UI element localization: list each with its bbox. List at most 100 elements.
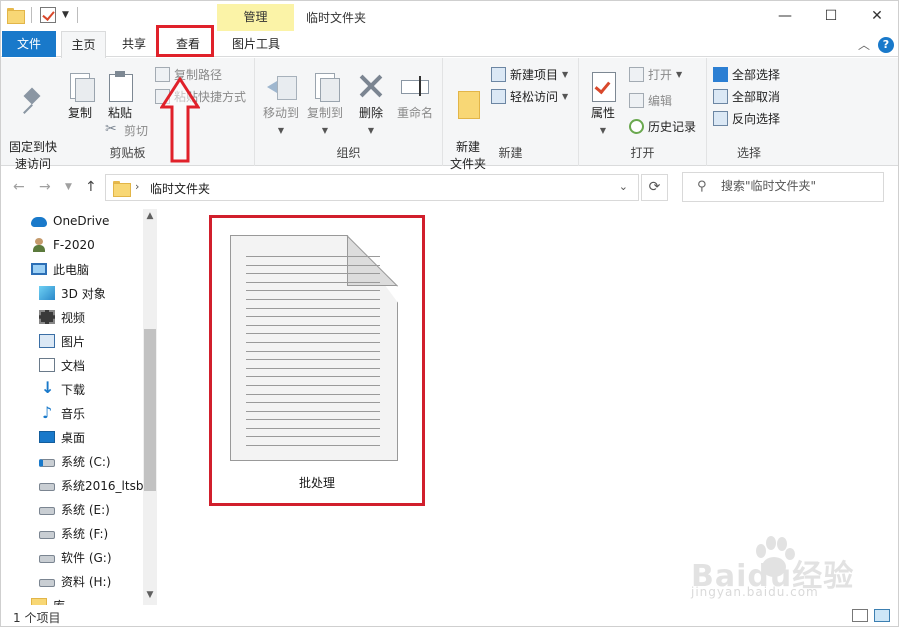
- view-tab-highlight: [156, 25, 214, 57]
- invert-selection-icon: [713, 111, 728, 126]
- select-none-button[interactable]: 全部取消: [713, 88, 780, 105]
- nav-item-label: 库: [53, 597, 65, 606]
- nav-item-label: OneDrive: [53, 214, 110, 228]
- tab-file[interactable]: 文件: [2, 31, 56, 57]
- nav-item-label: 视频: [61, 310, 86, 325]
- nav-item-libraries[interactable]: 库: [31, 594, 65, 605]
- tab-share[interactable]: 共享: [113, 31, 155, 57]
- move-to-label: 移动到: [262, 106, 299, 120]
- watermark-url: jingyan.baidu.com: [691, 585, 819, 599]
- breadcrumb[interactable]: 临时文件夹: [150, 180, 210, 197]
- file-explorer-window: ▼ 管理 临时文件夹 — ☐ ✕ 文件 主页 共享 查看 图片工具 ︿ ? 固定…: [0, 0, 899, 627]
- nav-item-videos[interactable]: 视频: [39, 306, 85, 328]
- new-item-button[interactable]: 新建项目 ▼: [491, 66, 568, 83]
- up-arrow-icon[interactable]: ↑: [85, 179, 97, 195]
- nav-item-music[interactable]: 音乐: [39, 402, 85, 424]
- paste-label: 粘贴: [107, 106, 132, 120]
- copy-icon: [64, 70, 96, 102]
- properties-qat-icon[interactable]: [40, 7, 56, 23]
- search-input[interactable]: [721, 179, 876, 193]
- open-group-label: 打开: [630, 146, 655, 160]
- forward-arrow-icon[interactable]: →: [39, 179, 51, 195]
- pin-icon: [17, 87, 49, 119]
- select-all-button[interactable]: 全部选择: [713, 66, 780, 83]
- help-icon[interactable]: ?: [878, 36, 894, 53]
- nav-item-drive-h[interactable]: 资料 (H:): [39, 570, 111, 592]
- ribbon-right-controls: ︿ ?: [858, 36, 894, 53]
- maximize-button[interactable]: ☐: [808, 1, 854, 31]
- nav-item-user[interactable]: F-2020: [31, 234, 95, 256]
- nav-scrollbar-thumb[interactable]: [144, 329, 156, 491]
- address-dropdown-icon[interactable]: ⌄: [619, 180, 628, 193]
- copy-to-button[interactable]: 复制到 ▼: [303, 70, 347, 139]
- nav-item-drive-f[interactable]: 系统 (F:): [39, 522, 108, 544]
- delete-button[interactable]: 删除 ▼: [353, 70, 389, 139]
- chevron-down-icon: ▼: [321, 126, 329, 135]
- minimize-button[interactable]: —: [762, 1, 808, 31]
- cut-button[interactable]: 剪切: [105, 121, 148, 139]
- chevron-down-icon: ▼: [676, 70, 683, 79]
- documents-icon: [39, 358, 55, 372]
- nav-item-label: 下载: [61, 382, 86, 397]
- search-box[interactable]: ⚲: [682, 172, 884, 202]
- properties-icon: [587, 70, 619, 102]
- nav-item-onedrive[interactable]: OneDrive: [31, 210, 109, 232]
- invert-selection-button[interactable]: 反向选择: [713, 110, 780, 127]
- nav-item-documents[interactable]: 文档: [39, 354, 85, 376]
- nav-item-drive-e[interactable]: 系统 (E:): [39, 498, 110, 520]
- select-all-label: 全部选择: [732, 68, 781, 82]
- refresh-button[interactable]: ⟳: [641, 174, 668, 201]
- drive-icon: [39, 531, 55, 539]
- separator: [31, 7, 32, 23]
- nav-item-desktop[interactable]: 桌面: [39, 426, 85, 448]
- scroll-down-icon[interactable]: ▼: [144, 590, 156, 602]
- easy-access-button[interactable]: 轻松访问 ▼: [491, 88, 568, 105]
- file-lines: [246, 256, 380, 454]
- open-button[interactable]: 打开 ▼: [629, 66, 682, 83]
- download-icon: [39, 378, 55, 397]
- chevron-down-icon: ▼: [562, 70, 569, 79]
- edit-icon: [629, 93, 644, 108]
- title-bar: ▼ 管理 临时文件夹 — ☐ ✕: [1, 1, 898, 33]
- edit-button[interactable]: 编辑: [629, 92, 672, 109]
- nav-item-label: 系统 (E:): [61, 502, 110, 517]
- music-icon: [39, 403, 55, 422]
- nav-item-label: 软件 (G:): [61, 550, 112, 565]
- nav-item-drive-c[interactable]: 系统 (C:): [39, 450, 111, 472]
- separator: [76, 7, 78, 23]
- collapse-ribbon-icon[interactable]: ︿: [858, 36, 870, 53]
- nav-item-3d-objects[interactable]: 3D 对象: [39, 282, 106, 304]
- tab-picture-tools[interactable]: 图片工具: [221, 31, 291, 57]
- nav-item-label: 系统2016_ltsb: [61, 478, 144, 493]
- scroll-up-icon[interactable]: ▲: [144, 211, 156, 223]
- desktop-icon: [39, 431, 55, 443]
- breadcrumb-chevron-icon[interactable]: ›: [135, 180, 139, 193]
- nav-item-drive-g[interactable]: 软件 (G:): [39, 546, 112, 568]
- history-button[interactable]: 历史记录: [629, 118, 696, 135]
- paste-button[interactable]: 粘贴: [103, 70, 137, 122]
- nav-item-downloads[interactable]: 下载: [39, 378, 85, 400]
- move-to-button[interactable]: 移动到 ▼: [259, 70, 303, 139]
- close-button[interactable]: ✕: [854, 1, 898, 31]
- address-bar[interactable]: › 临时文件夹 ⌄: [105, 174, 639, 201]
- nav-item-drive-d[interactable]: 系统2016_ltsb: [39, 474, 143, 496]
- nav-item-label: 系统 (F:): [61, 526, 109, 541]
- tab-home[interactable]: 主页: [61, 31, 106, 58]
- drive-icon: [39, 507, 55, 515]
- onedrive-icon: [31, 217, 47, 227]
- open-group: 属性 ▼ 打开 ▼ 编辑 历史记录 打开: [579, 58, 707, 166]
- recent-locations-chevron-icon[interactable]: ▼: [65, 182, 72, 192]
- properties-button[interactable]: 属性 ▼: [585, 70, 621, 139]
- file-item[interactable]: 批处理: [209, 215, 425, 506]
- easy-access-label: 轻松访问: [510, 90, 559, 104]
- copy-to-icon: [309, 70, 341, 102]
- qat-dropdown-icon[interactable]: ▼: [62, 10, 69, 20]
- nav-item-pictures[interactable]: 图片: [39, 330, 85, 352]
- nav-item-this-pc[interactable]: 此电脑: [31, 258, 89, 280]
- back-arrow-icon[interactable]: ←: [13, 179, 25, 195]
- rename-button[interactable]: 重命名: [393, 70, 437, 122]
- open-label: 打开: [648, 68, 673, 82]
- nav-item-label: 音乐: [61, 406, 86, 421]
- copy-button[interactable]: 复制: [63, 70, 97, 122]
- drive-icon: [39, 579, 55, 587]
